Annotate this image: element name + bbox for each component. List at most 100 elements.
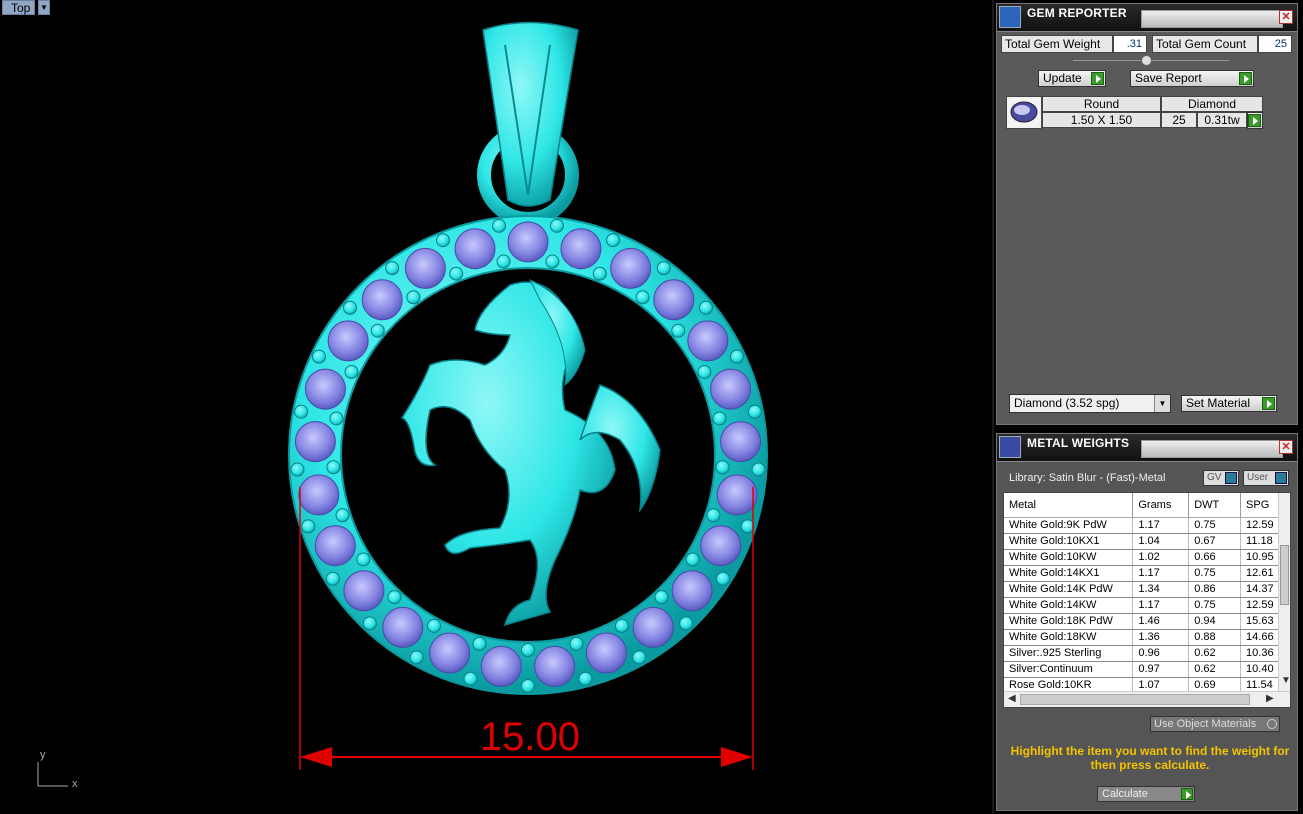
gem-stone (585, 632, 627, 674)
save-report-button[interactable]: Save Report (1130, 70, 1254, 87)
metal-weights-title: METAL WEIGHTS (1027, 436, 1130, 450)
prong-bead (329, 411, 344, 426)
cell-grams: 1.02 (1132, 549, 1190, 566)
prong-bead (679, 616, 694, 631)
cell-metal: White Gold:9K PdW (1004, 517, 1134, 534)
close-icon[interactable]: ✕ (1279, 440, 1293, 454)
table-row[interactable]: Silver:.925 Sterling 0.96 0.62 10.36 (1004, 645, 1280, 662)
titlebar-strip (1141, 10, 1283, 28)
user-toggle[interactable]: User (1243, 470, 1289, 486)
cell-dwt: 0.94 (1188, 613, 1242, 630)
prong-bead (685, 552, 700, 567)
column-header-dwt[interactable]: DWT (1188, 493, 1242, 518)
set-material-label: Set Material (1186, 396, 1251, 410)
gem-stone (610, 247, 652, 289)
cell-metal: White Gold:14KX1 (1004, 565, 1134, 582)
prong-bead (301, 519, 316, 534)
prong-bead (463, 671, 478, 686)
metal-weights-titlebar[interactable]: METAL WEIGHTS ✕ (997, 434, 1297, 462)
prong-bead (656, 261, 671, 276)
prong-bead (496, 254, 511, 269)
material-select[interactable]: Diamond (3.52 spg) ▼ (1009, 394, 1171, 413)
gem-stone (480, 645, 522, 687)
gem-entry[interactable]: Round Diamond 1.50 X 1.50 25 0.31tw (1006, 96, 1264, 131)
prong-bead (521, 679, 535, 693)
round-gem-icon (1006, 96, 1042, 129)
gem-reporter-panel: GEM REPORTER ✕ Total Gem Weight .31 Tota… (996, 3, 1298, 425)
calculate-button[interactable]: Calculate (1097, 786, 1195, 802)
calculate-hint: Highlight the item you want to find the … (1010, 744, 1290, 772)
gem-reporter-titlebar[interactable]: GEM REPORTER ✕ (997, 4, 1297, 32)
table-row[interactable]: White Gold:18K PdW 1.46 0.94 15.63 (1004, 613, 1280, 630)
prong-bead (592, 266, 607, 281)
cell-metal: White Gold:18KW (1004, 629, 1134, 646)
cell-spg: 10.95 (1240, 549, 1280, 566)
table-row[interactable]: White Gold:18KW 1.36 0.88 14.66 (1004, 629, 1280, 646)
cell-dwt: 0.62 (1188, 645, 1242, 662)
play-icon (1181, 788, 1193, 800)
cell-spg: 10.36 (1240, 645, 1280, 662)
table-header-row: Metal Grams DWT SPG (1004, 493, 1280, 518)
cell-metal: White Gold:10KW (1004, 549, 1134, 566)
pendant-model[interactable]: 15.00 (0, 0, 994, 814)
gem-stone (653, 279, 695, 321)
viewport-label[interactable]: Top (2, 0, 36, 15)
horizontal-scrollbar[interactable]: ◀ ▶ (1004, 691, 1290, 707)
cell-spg: 12.59 (1240, 597, 1280, 614)
axis-y-label: y (40, 749, 46, 761)
metal-weights-table[interactable]: Metal Grams DWT SPG White Gold:9K PdW 1.1… (1003, 492, 1291, 708)
cell-dwt: 0.62 (1188, 661, 1242, 678)
total-gem-weight-label: Total Gem Weight (1001, 35, 1113, 53)
total-gem-weight-value: .31 (1113, 35, 1147, 53)
prong-bead (449, 266, 464, 281)
column-header-metal[interactable]: Metal (1004, 493, 1134, 518)
table-row[interactable]: White Gold:14K PdW 1.34 0.86 14.37 (1004, 581, 1280, 598)
titlebar-strip (1141, 440, 1283, 458)
update-button[interactable]: Update (1038, 70, 1106, 87)
chevron-down-icon: ▼ (1154, 395, 1170, 412)
column-header-spg[interactable]: SPG (1240, 493, 1280, 518)
prong-bead (521, 643, 535, 657)
vertical-scrollbar[interactable]: ▼ (1278, 493, 1290, 691)
table-row[interactable]: Silver:Continuum 0.97 0.62 10.40 (1004, 661, 1280, 678)
gem-detail-button[interactable] (1247, 112, 1263, 129)
scrollbar-thumb[interactable] (1020, 694, 1250, 705)
cell-metal: White Gold:18K PdW (1004, 613, 1134, 630)
calculate-label: Calculate (1102, 788, 1148, 800)
scrollbar-thumb[interactable] (1280, 545, 1289, 605)
axis-x-label: x (72, 778, 78, 790)
prong-bead (606, 233, 621, 248)
total-gem-count-label: Total Gem Count (1152, 35, 1258, 53)
gem-count: 25 (1161, 112, 1197, 128)
viewport-menu-arrow[interactable]: ▼ (38, 0, 50, 15)
toggle-icon (1275, 472, 1287, 484)
gem-stone (304, 368, 346, 410)
table-row[interactable]: White Gold:10KX1 1.04 0.67 11.18 (1004, 533, 1280, 550)
column-header-grams[interactable]: Grams (1132, 493, 1190, 518)
table-row[interactable]: White Gold:14KW 1.17 0.75 12.59 (1004, 597, 1280, 614)
prong-bead (706, 508, 721, 523)
play-icon (1239, 72, 1252, 85)
close-icon[interactable]: ✕ (1279, 10, 1293, 24)
prong-bead (671, 323, 686, 338)
top-viewport[interactable]: 15.00 Top ▼ y x (0, 0, 994, 814)
prong-bead (362, 616, 377, 631)
use-object-materials-option[interactable]: Use Object Materials (1150, 716, 1280, 732)
play-icon (1262, 397, 1275, 410)
prong-bead (698, 300, 713, 315)
metal-weights-icon (999, 436, 1021, 458)
gv-label: GV (1207, 472, 1222, 483)
prong-bead (387, 590, 402, 605)
set-material-button[interactable]: Set Material (1181, 395, 1277, 412)
gem-stone (700, 525, 742, 567)
gem-reporter-icon (999, 6, 1021, 28)
table-row[interactable]: White Gold:14KX1 1.17 0.75 12.61 (1004, 565, 1280, 582)
cell-grams: 0.97 (1132, 661, 1190, 678)
table-row[interactable]: White Gold:9K PdW 1.17 0.75 12.59 (1004, 517, 1280, 534)
gv-toggle[interactable]: GV (1203, 470, 1239, 486)
gem-slider-knob[interactable] (1141, 55, 1152, 66)
use-object-materials-label: Use Object Materials (1154, 718, 1257, 730)
table-row[interactable]: White Gold:10KW 1.02 0.66 10.95 (1004, 549, 1280, 566)
cell-metal: White Gold:14KW (1004, 597, 1134, 614)
gem-stone (716, 474, 758, 516)
